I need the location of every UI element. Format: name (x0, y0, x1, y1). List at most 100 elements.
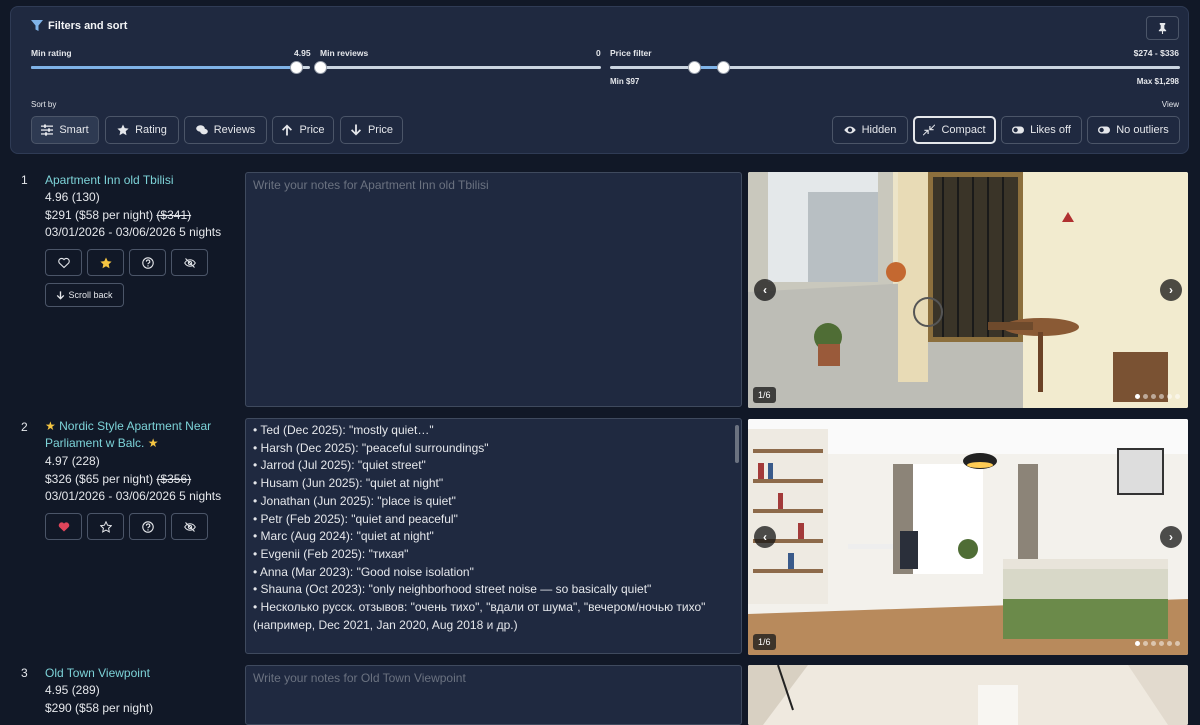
sort-rating-button[interactable]: Rating (105, 116, 179, 144)
like-button[interactable] (45, 513, 82, 540)
view-likes-toggle[interactable]: Likes off (1001, 116, 1082, 144)
note-line: • Jonathan (Jun 2025): "place is quiet" (253, 493, 456, 508)
listing-dates: 03/01/2026 - 03/06/2026 5 nights (45, 225, 222, 239)
listing-photo-carousel[interactable]: ‹ › 1/6 (748, 172, 1188, 408)
favorite-button[interactable] (87, 513, 124, 540)
listing-rating: 4.95 (289) (45, 683, 100, 697)
listing-price: $326 ($65 per night) ($356) (45, 471, 192, 486)
listing-name[interactable]: ★ Nordic Style Apartment Near Parliament… (45, 418, 225, 452)
note-line: • Marc (Aug 2024): "quiet at night" (253, 529, 434, 544)
note-line: • Husam (Jun 2025): "quiet at night" (253, 476, 444, 491)
photo-next-button[interactable]: › (1160, 526, 1182, 548)
toggle-on-icon (1098, 126, 1111, 134)
sort-reviews-button[interactable]: Reviews (184, 116, 267, 144)
notes-textarea[interactable]: Write your notes for Apartment Inn old T… (245, 172, 742, 407)
note-line: • Harsh (Dec 2025): "peaceful surroundin… (253, 440, 489, 455)
favorite-button[interactable] (87, 249, 124, 276)
info-button[interactable] (129, 249, 166, 276)
view-hidden-button[interactable]: Hidden (832, 116, 908, 144)
min-reviews-label: Min reviews (320, 48, 369, 58)
star-icon: ★ (45, 419, 56, 433)
arrow-down-icon (57, 290, 65, 300)
sort-price-asc-button[interactable]: Price (272, 116, 334, 144)
price-filter-range: $274 - $336 (1133, 48, 1179, 58)
like-button[interactable] (45, 249, 82, 276)
pin-button[interactable] (1146, 16, 1179, 40)
question-icon (141, 520, 154, 533)
min-reviews-value: 0 (596, 48, 601, 58)
listing-photo (748, 665, 1188, 725)
listing-photo (748, 419, 1188, 655)
filters-panel: Filters and sort Min rating 4.95 Min rev… (10, 6, 1189, 154)
listing-old-price: ($356) (156, 471, 192, 486)
notes-textarea[interactable]: • Ted (Dec 2025): "mostly quiet…" • Hars… (245, 418, 742, 654)
view-outliers-toggle[interactable]: No outliers (1087, 116, 1180, 144)
info-button[interactable] (129, 513, 166, 540)
price-min-label: Min $97 (610, 77, 640, 86)
note-line: (например, Dec 2021, Jan 2020, Aug 2018 … (253, 617, 518, 632)
view-label: View (1161, 100, 1179, 109)
listing-name[interactable]: Old Town Viewpoint (45, 665, 225, 682)
filter-icon (31, 20, 43, 31)
min-rating-fill (31, 66, 297, 69)
listing-index: 1 (21, 173, 28, 187)
notes-textarea[interactable]: Write your notes for Old Town Viewpoint (245, 665, 742, 725)
listing-price: $291 ($58 per night) ($341) (45, 207, 192, 222)
min-rating-handle[interactable] (290, 61, 303, 74)
view-compact-button[interactable]: Compact (913, 116, 996, 144)
price-min-handle[interactable] (688, 61, 701, 74)
heart-outline-icon (57, 257, 70, 268)
price-filter-label: Price filter (610, 48, 652, 58)
pin-icon (1158, 22, 1167, 34)
listing-photo-carousel[interactable] (748, 665, 1188, 725)
note-line: • Petr (Feb 2025): "quiet and peaceful" (253, 511, 458, 526)
listing-rating: 4.96 (130) (45, 190, 100, 204)
filters-title: Filters and sort (31, 20, 127, 32)
hide-button[interactable] (171, 249, 208, 276)
min-reviews-handle[interactable] (314, 61, 327, 74)
photo-prev-button[interactable]: ‹ (754, 526, 776, 548)
listing-price: $290 ($58 per night) (45, 700, 154, 715)
note-line: • Shauna (Oct 2023): "only neighborhood … (253, 582, 652, 597)
note-line: • Ted (Dec 2025): "mostly quiet…" (253, 423, 434, 437)
compress-icon (923, 124, 936, 136)
listing-photo-carousel[interactable]: ‹ › 1/6 (748, 419, 1188, 655)
note-line: • Jarrod (Jul 2025): "quiet street" (253, 458, 426, 473)
arrow-down-icon (350, 124, 361, 136)
min-rating-value: 4.95 (294, 48, 311, 58)
hide-button[interactable] (171, 513, 208, 540)
photo-counter: 1/6 (753, 387, 776, 403)
photo-prev-button[interactable]: ‹ (754, 279, 776, 301)
comments-icon (195, 125, 208, 135)
scroll-back-button[interactable]: Scroll back (45, 283, 124, 307)
eye-slash-icon (183, 257, 196, 268)
star-filled-icon (99, 257, 112, 268)
star-outline-icon (99, 520, 112, 533)
listing-name[interactable]: Apartment Inn old Tbilisi (45, 172, 225, 189)
listing-photo (748, 172, 1188, 408)
listing-dates: 03/01/2026 - 03/06/2026 5 nights (45, 489, 222, 503)
min-rating-label: Min rating (31, 48, 72, 58)
listing-index: 3 (21, 666, 28, 680)
toggle-off-icon (1012, 126, 1025, 134)
star-icon: ★ (147, 436, 159, 450)
eye-icon (843, 126, 856, 134)
listing-rating: 4.97 (228) (45, 454, 100, 468)
note-line: • Несколько русск. отзывов: "очень тихо"… (253, 600, 706, 615)
heart-filled-icon (58, 521, 69, 531)
min-reviews-track[interactable] (320, 66, 601, 69)
note-line: • Anna (Mar 2023): "Good noise isolation… (253, 564, 474, 579)
star-icon (117, 124, 129, 136)
sliders-icon (41, 124, 54, 136)
arrow-up-icon (282, 124, 293, 136)
notes-scrollbar[interactable] (735, 425, 739, 463)
sort-price-desc-button[interactable]: Price (340, 116, 403, 144)
eye-slash-icon (183, 521, 196, 532)
note-line: • Evgenii (Feb 2025): "тихая" (253, 546, 409, 561)
question-icon (141, 256, 154, 269)
sort-smart-button[interactable]: Smart (31, 116, 99, 144)
photo-next-button[interactable]: › (1160, 279, 1182, 301)
price-max-handle[interactable] (717, 61, 730, 74)
photo-dots (1135, 641, 1180, 646)
photo-counter: 1/6 (753, 634, 776, 650)
